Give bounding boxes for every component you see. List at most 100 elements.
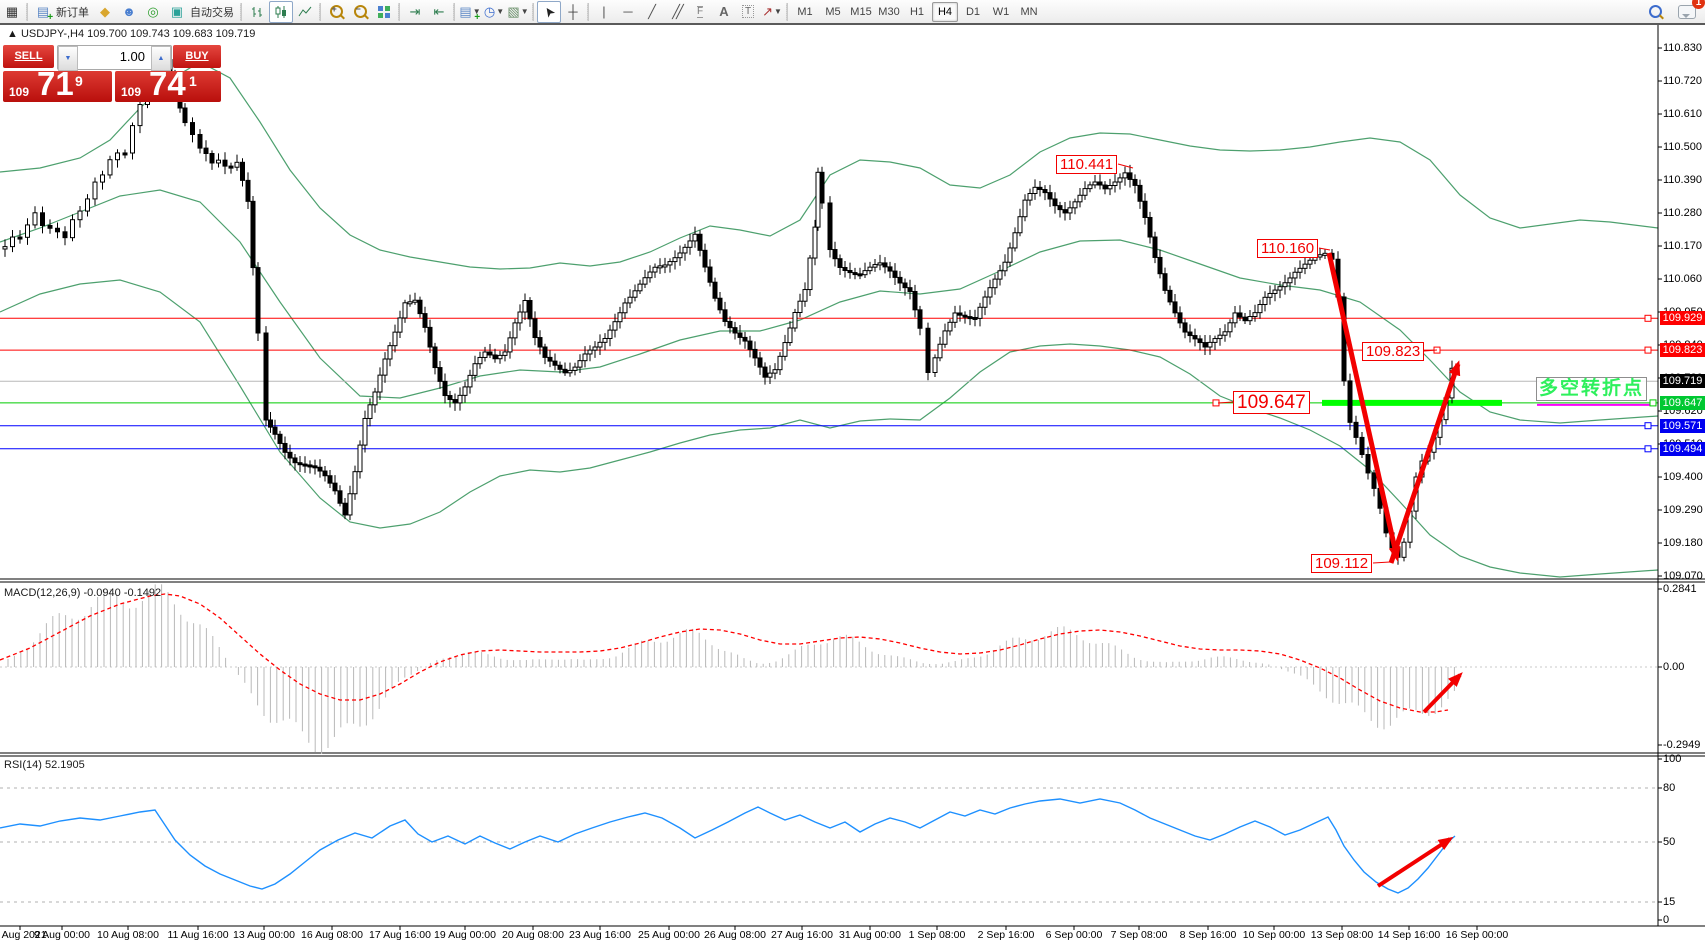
indicators-icon[interactable]: ▤+▼ — [458, 1, 482, 23]
broadcast-icon[interactable]: ◎ — [141, 1, 165, 23]
templates-icon[interactable]: ▧▼ — [506, 1, 530, 23]
symbol-header: ▲ USDJPY-,H4 109.700 109.743 109.683 109… — [7, 28, 255, 40]
price-badge: 109.494 — [1660, 442, 1705, 456]
sell-price-handle: 109 — [9, 85, 29, 99]
new-order-label[interactable]: 新订单 — [56, 4, 89, 20]
time-axis-label[interactable]: 20 Aug 08:00 — [502, 929, 564, 941]
time-axis-label[interactable]: 16 Sep 00:00 — [1446, 929, 1508, 941]
timeframe-button-h1[interactable]: H1 — [904, 2, 930, 22]
auto-trading-icon[interactable]: ▣ — [165, 1, 189, 23]
tile-windows-icon[interactable] — [372, 1, 396, 23]
price-callout[interactable]: 110.441 — [1056, 155, 1117, 174]
price-callout[interactable]: 109.647 — [1233, 391, 1310, 414]
cursor-icon[interactable]: ➤ — [537, 1, 561, 23]
horizontal-line-icon[interactable]: ─ — [616, 1, 640, 23]
trendline-icon[interactable]: ╱ — [640, 1, 664, 23]
timeframe-button-m30[interactable]: M30 — [876, 2, 902, 22]
candlestick-chart-icon[interactable] — [269, 1, 293, 23]
time-axis-label[interactable]: 1 Sep 08:00 — [909, 929, 966, 941]
note-annotation[interactable]: 多空转折点 — [1536, 377, 1647, 401]
time-axis-label[interactable]: 13 Sep 08:00 — [1311, 929, 1373, 941]
arrows-tool-icon[interactable]: ↗▼ — [760, 1, 784, 23]
time-axis-label[interactable]: 14 Sep 16:00 — [1378, 929, 1440, 941]
auto-scroll-icon[interactable]: ⇥ — [403, 1, 427, 23]
separator — [587, 3, 589, 21]
chat-icon[interactable]: 1 — [1675, 1, 1699, 23]
time-axis-label[interactable]: 31 Aug 00:00 — [839, 929, 901, 941]
time-axis-label[interactable]: 8 Sep 16:00 — [1180, 929, 1237, 941]
time-axis-label[interactable]: 6 Sep 00:00 — [1046, 929, 1103, 941]
time-axis-label[interactable]: 27 Aug 16:00 — [771, 929, 833, 941]
time-axis-label[interactable]: 13 Aug 00:00 — [233, 929, 295, 941]
price-tick: 110.830 — [1663, 42, 1702, 54]
time-axis-label[interactable]: 11 Aug 16:00 — [167, 929, 228, 941]
toolbar: ▦ ▤+ 新订单 ◆ ☻ ◎ ▣ 自动交易 + − ⇥ ⇤ ▤+▼ ◷▼ ▧▼ … — [0, 0, 1705, 25]
crosshair-icon[interactable]: ┼ — [561, 1, 585, 23]
auto-trading-label[interactable]: 自动交易 — [190, 4, 234, 20]
volume-value[interactable]: 1.00 — [78, 46, 151, 69]
timeframe-button-mn[interactable]: MN — [1016, 2, 1042, 22]
chart-profile-icon[interactable]: ▦ — [0, 1, 24, 23]
time-axis-label[interactable]: 25 Aug 00:00 — [638, 929, 700, 941]
sell-price-big: 71 — [37, 65, 74, 103]
time-axis-label[interactable]: 7 Sep 08:00 — [1111, 929, 1168, 941]
price-tick: 109.070 — [1663, 570, 1703, 582]
price-tick: 110.390 — [1663, 174, 1702, 186]
zoom-in-icon[interactable]: + — [324, 1, 348, 23]
time-axis-label[interactable]: 9 Aug 00:00 — [34, 929, 90, 941]
periods-icon[interactable]: ◷▼ — [482, 1, 506, 23]
time-axis-label[interactable]: 2 Sep 16:00 — [978, 929, 1035, 941]
market-watch-icon[interactable]: ☻ — [117, 1, 141, 23]
separator — [453, 3, 455, 21]
search-icon[interactable] — [1643, 1, 1667, 23]
separator — [532, 3, 534, 21]
chart-shift-icon[interactable]: ⇤ — [427, 1, 451, 23]
separator — [786, 3, 788, 21]
timeframe-button-d1[interactable]: D1 — [960, 2, 986, 22]
vertical-line-icon[interactable]: | — [592, 1, 616, 23]
mt4-terminal: { "toolbar": { "new_order_label": "新订单",… — [0, 0, 1705, 942]
separator — [240, 3, 242, 21]
price-callout[interactable]: 109.112 — [1311, 554, 1372, 573]
time-axis-label[interactable]: 19 Aug 00:00 — [434, 929, 496, 941]
time-axis-label[interactable]: 10 Aug 08:00 — [97, 929, 159, 941]
price-tick: 110.610 — [1663, 108, 1702, 120]
time-axis-label[interactable]: 10 Sep 00:00 — [1243, 929, 1305, 941]
price-badge: 109.929 — [1660, 311, 1705, 325]
bar-chart-icon[interactable] — [245, 1, 269, 23]
zoom-out-icon[interactable]: − — [348, 1, 372, 23]
buy-price-box[interactable]: 109 74 1 — [115, 71, 221, 102]
price-tick: 109.180 — [1663, 537, 1703, 549]
timeframe-button-w1[interactable]: W1 — [988, 2, 1014, 22]
price-callout[interactable]: 109.823 — [1362, 342, 1424, 361]
timeframe-button-m5[interactable]: M5 — [820, 2, 846, 22]
line-chart-icon[interactable] — [293, 1, 317, 23]
timeframe-button-m1[interactable]: M1 — [792, 2, 818, 22]
timeframe-button-m15[interactable]: M15 — [848, 2, 874, 22]
rsi-level-label: 100 — [1663, 753, 1681, 765]
sell-price-box[interactable]: 109 71 9 — [3, 71, 112, 102]
price-callout[interactable]: 110.160 — [1257, 239, 1318, 258]
price-tick: 110.500 — [1663, 141, 1702, 153]
price-badge: 109.719 — [1660, 374, 1705, 388]
separator — [319, 3, 321, 21]
text-icon[interactable]: A — [712, 1, 736, 23]
price-tick: 110.060 — [1663, 273, 1702, 285]
time-axis-label[interactable]: 17 Aug 16:00 — [369, 929, 431, 941]
new-order-icon[interactable]: ▤+ — [31, 1, 55, 23]
macd-label: MACD(12,26,9) -0.0940 -0.1492 — [4, 587, 161, 599]
fibonacci-icon[interactable]: F — [688, 1, 712, 23]
gold-icon[interactable]: ◆ — [93, 1, 117, 23]
timeframe-button-h4[interactable]: H4 — [932, 2, 958, 22]
rsi-level-label: 80 — [1663, 782, 1675, 794]
channel-icon[interactable]: ╱╱ — [664, 1, 688, 23]
rsi-level-label: 0 — [1663, 914, 1669, 926]
sell-price-pip: 9 — [75, 73, 83, 89]
text-label-icon[interactable]: T — [736, 1, 760, 23]
time-axis-label[interactable]: 26 Aug 08:00 — [704, 929, 766, 941]
price-badge: 109.647 — [1660, 396, 1705, 410]
separator — [26, 3, 28, 21]
time-axis-label[interactable]: 16 Aug 08:00 — [301, 929, 363, 941]
chart-canvas[interactable] — [0, 0, 1705, 942]
time-axis-label[interactable]: 23 Aug 16:00 — [569, 929, 631, 941]
